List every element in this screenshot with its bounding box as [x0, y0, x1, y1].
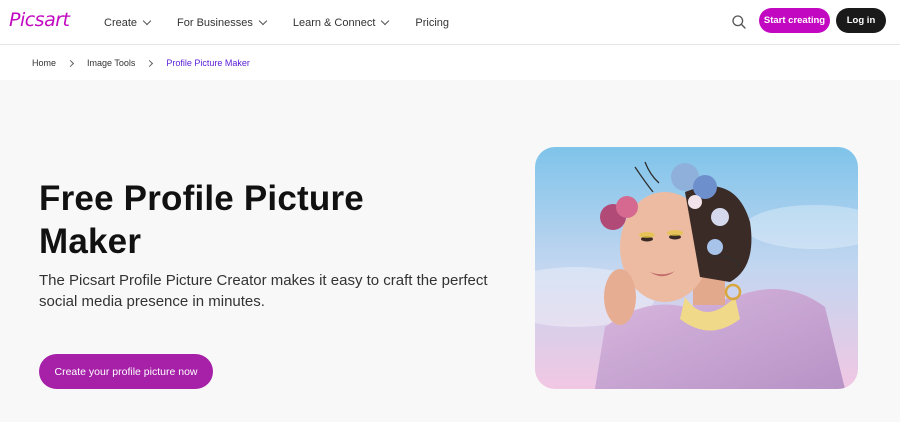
chevron-down-icon [381, 16, 390, 26]
nav-item-label: Learn & Connect [292, 16, 376, 29]
top-navigation-bar: Picsart Create For Businesses Learn & Co… [0, 0, 900, 45]
create-profile-picture-button[interactable]: Create your profile picture now [39, 354, 213, 389]
nav-item-learn-connect[interactable]: Learn & Connect [292, 16, 390, 29]
chevron-down-icon [258, 16, 268, 26]
nav-item-label: Pricing [415, 16, 450, 29]
chevron-right-icon [66, 59, 75, 67]
nav-item-create[interactable]: Create [104, 16, 152, 29]
main-nav: Create For Businesses Learn & Connect Pr… [104, 0, 476, 45]
chevron-down-icon [142, 16, 152, 26]
hero-illustration [535, 147, 858, 389]
nav-item-label: Create [104, 16, 138, 29]
picsart-logo[interactable]: Picsart [9, 9, 70, 31]
hero-section: Free Profile Picture Maker The Picsart P… [0, 80, 900, 422]
nav-item-label: For Businesses [177, 16, 253, 29]
breadcrumb-current-page: Profile Picture Maker [166, 58, 250, 68]
page-title: Free Profile Picture Maker [39, 179, 364, 261]
breadcrumb-home[interactable]: Home [32, 58, 56, 68]
nav-item-for-businesses[interactable]: For Businesses [177, 16, 268, 29]
start-creating-button[interactable]: Start creating [759, 8, 830, 33]
breadcrumb-image-tools[interactable]: Image Tools [87, 58, 135, 68]
search-icon[interactable] [731, 14, 747, 30]
breadcrumb: Home Image Tools Profile Picture Maker [32, 55, 250, 71]
nav-item-pricing[interactable]: Pricing [415, 17, 449, 29]
hero-description: The Picsart Profile Picture Creator make… [39, 272, 488, 310]
login-button[interactable]: Log in [836, 8, 886, 33]
chevron-right-icon [146, 59, 154, 67]
